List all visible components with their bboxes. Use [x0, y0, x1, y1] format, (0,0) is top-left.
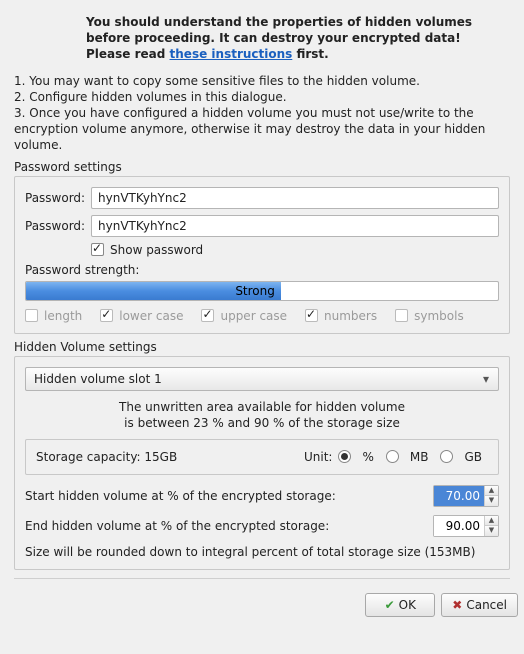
password-strength-bar: Strong [25, 281, 499, 301]
end-percent-input[interactable] [434, 516, 484, 536]
password-label-1: Password: [25, 191, 91, 205]
password-section-label: Password settings [14, 160, 510, 174]
hidden-volume-box: Hidden volume slot 1 ▾ The unwritten are… [14, 356, 510, 570]
password-settings-box: Password: Password: Show password Passwo… [14, 176, 510, 334]
available-area-hint: The unwritten area available for hidden … [25, 399, 499, 431]
separator [14, 578, 510, 579]
stepper-up-icon[interactable]: ▲ [485, 486, 498, 496]
criteria-length: length [25, 309, 82, 323]
password-label-2: Password: [25, 219, 91, 233]
password-strength-value: Strong [235, 284, 275, 298]
unit-mb-radio[interactable]: MB [386, 450, 435, 464]
ok-icon: ✔ [385, 598, 395, 612]
stepper-up-icon[interactable]: ▲ [485, 516, 498, 526]
cancel-button[interactable]: ✖ Cancel [441, 593, 518, 617]
criteria-lower: lower case [100, 309, 183, 323]
criteria-numbers: numbers [305, 309, 377, 323]
start-percent-label: Start hidden volume at % of the encrypte… [25, 489, 433, 503]
hidden-volume-section-label: Hidden Volume settings [14, 340, 510, 354]
stepper-down-icon[interactable]: ▼ [485, 525, 498, 536]
password-strength-label: Password strength: [25, 263, 499, 277]
criteria-upper: upper case [201, 309, 287, 323]
rounding-note: Size will be rounded down to integral pe… [25, 545, 499, 559]
ok-button[interactable]: ✔ OK [365, 593, 435, 617]
password-field-2[interactable] [91, 215, 499, 237]
unit-gb-radio[interactable]: GB [440, 450, 488, 464]
password-field-1[interactable] [91, 187, 499, 209]
chevron-down-icon: ▾ [478, 372, 494, 386]
cancel-icon: ✖ [452, 598, 462, 612]
stepper-down-icon[interactable]: ▼ [485, 495, 498, 506]
unit-percent-radio[interactable]: % [338, 450, 379, 464]
instructions-link[interactable]: these instructions [170, 47, 293, 61]
start-percent-input[interactable] [434, 486, 484, 506]
criteria-symbols: symbols [395, 309, 464, 323]
storage-capacity: Storage capacity: 15GB [36, 450, 298, 464]
checkbox-icon [91, 243, 104, 256]
warning-text: You should understand the properties of … [86, 14, 502, 63]
unit-label: Unit: [304, 450, 332, 464]
end-percent-stepper[interactable]: ▲▼ [433, 515, 499, 537]
start-percent-stepper[interactable]: ▲▼ [433, 485, 499, 507]
steps-text: 1. You may want to copy some sensitive f… [14, 73, 510, 154]
slot-select[interactable]: Hidden volume slot 1 ▾ [25, 367, 499, 391]
end-percent-label: End hidden volume at % of the encrypted … [25, 519, 433, 533]
show-password-checkbox[interactable]: Show password [91, 243, 203, 257]
